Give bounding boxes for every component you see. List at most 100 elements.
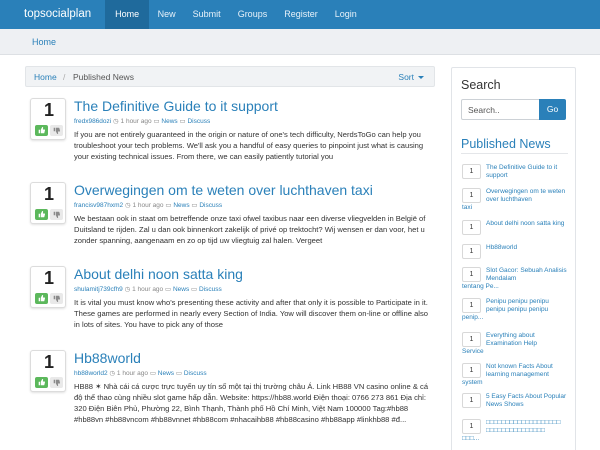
sidebar-news-link-overflow[interactable]: system bbox=[462, 379, 483, 387]
sidebar-news-link[interactable]: Not known Facts About learning managemen… bbox=[486, 363, 568, 379]
thumbs-up-icon bbox=[38, 295, 45, 302]
post-category[interactable]: News bbox=[173, 286, 189, 293]
upvote-button[interactable] bbox=[35, 377, 48, 388]
folder-icon: ▭ bbox=[153, 118, 160, 125]
caret-down-icon bbox=[418, 76, 424, 80]
sort-label: Sort bbox=[398, 72, 414, 82]
folder-icon: ▭ bbox=[164, 286, 172, 293]
post-author[interactable]: hb88world2 bbox=[74, 370, 108, 377]
sidebar-vote-count: 1 bbox=[462, 419, 481, 434]
sidebar-news-link-overflow[interactable]: Service bbox=[462, 348, 484, 356]
sidebar-news-link-overflow[interactable]: tentang Pe... bbox=[462, 283, 499, 291]
sidebar-news-link[interactable]: Slot Gacor: Sebuah Analisis Mendalam bbox=[486, 267, 568, 283]
divider bbox=[461, 153, 568, 154]
sidebar-vote-count: 1 bbox=[462, 267, 481, 282]
nav-login[interactable]: Login bbox=[326, 0, 365, 29]
downvote-button[interactable] bbox=[50, 293, 63, 304]
downvote-button[interactable] bbox=[50, 209, 63, 220]
sidebar-news-link[interactable]: Penipu penipu penipu penipu penipu penip… bbox=[486, 298, 568, 314]
comment-icon: ▭ bbox=[179, 118, 186, 125]
sidebar-news-link-overflow[interactable]: taxi bbox=[462, 204, 472, 212]
post-time: 1 hour ago bbox=[120, 118, 152, 125]
breadcrumb-current: Published News bbox=[73, 72, 134, 82]
comment-icon: ▭ bbox=[191, 286, 198, 293]
post-author[interactable]: fredx986dozi bbox=[74, 118, 111, 125]
sidebar-vote-count: 1 bbox=[462, 188, 481, 203]
post-author[interactable]: francisv987hxm2 bbox=[74, 202, 123, 209]
post-category[interactable]: News bbox=[161, 118, 177, 125]
downvote-button[interactable] bbox=[50, 125, 63, 136]
post-title[interactable]: Overwegingen om te weten over luchthaven… bbox=[74, 182, 373, 198]
sidebar-news-link-overflow[interactable]: □□□... bbox=[462, 435, 479, 443]
sidebar-news-link[interactable]: About delhi noon satta king bbox=[486, 220, 568, 228]
thumbs-down-icon bbox=[53, 127, 60, 134]
search-go-button[interactable]: Go bbox=[539, 99, 566, 120]
upvote-button[interactable] bbox=[35, 209, 48, 220]
vote-count: 1 bbox=[43, 100, 54, 120]
sidebar-vote-count: 1 bbox=[462, 332, 481, 347]
sidebar-vote-count: 1 bbox=[462, 220, 481, 235]
search-heading: Search bbox=[461, 78, 501, 92]
thumbs-up-icon bbox=[38, 379, 45, 386]
post-author[interactable]: shulamitj739cfh9 bbox=[74, 286, 123, 293]
vote-count: 1 bbox=[43, 184, 54, 204]
sidebar-news-link[interactable]: Hb88world bbox=[486, 244, 568, 252]
clock-icon: ◷ bbox=[124, 286, 131, 293]
post-time: 1 hour ago bbox=[132, 286, 164, 293]
post-category[interactable]: News bbox=[158, 370, 174, 377]
upvote-button[interactable] bbox=[35, 293, 48, 304]
nav-new[interactable]: New bbox=[149, 0, 184, 29]
nav-submit[interactable]: Submit bbox=[184, 0, 229, 29]
post-meta: shulamitj739cfh9 ◷ 1 hour ago ▭ News ▭ D… bbox=[74, 285, 222, 293]
vote-box: 1 bbox=[30, 266, 66, 308]
search-input[interactable]: Search.. bbox=[461, 99, 540, 120]
sidebar-news-link[interactable]: Everything about Examination Help bbox=[486, 332, 568, 348]
post-excerpt: HB88 ✶ Nhà cái cá cược trực tuyến uy tín… bbox=[74, 382, 429, 424]
post-discuss-link[interactable]: Discuss bbox=[187, 118, 210, 125]
post-category[interactable]: News bbox=[173, 202, 189, 209]
nav-register[interactable]: Register bbox=[276, 0, 327, 29]
vote-box: 1 bbox=[30, 98, 66, 140]
upvote-button[interactable] bbox=[35, 125, 48, 136]
thumbs-down-icon bbox=[53, 295, 60, 302]
vote-count: 1 bbox=[43, 268, 54, 288]
sidebar-news-link-overflow[interactable]: penip... bbox=[462, 314, 483, 322]
post-discuss-link[interactable]: Discuss bbox=[184, 370, 207, 377]
post-discuss-link[interactable]: Discuss bbox=[199, 286, 222, 293]
breadcrumb-separator: / bbox=[63, 72, 66, 82]
post-meta: francisv987hxm2 ◷ 1 hour ago ▭ News ▭ Di… bbox=[74, 201, 222, 209]
vote-box: 1 bbox=[30, 350, 66, 392]
post-meta: hb88world2 ◷ 1 hour ago ▭ News ▭ Discuss bbox=[74, 369, 207, 377]
post-title[interactable]: The Definitive Guide to it support bbox=[74, 98, 278, 114]
post-title[interactable]: Hb88world bbox=[74, 350, 141, 366]
post-title[interactable]: About delhi noon satta king bbox=[74, 266, 243, 282]
sort-dropdown[interactable]: Sort bbox=[398, 72, 424, 82]
main-panel-header: Home / Published News Sort bbox=[25, 66, 435, 87]
comment-icon: ▭ bbox=[191, 202, 198, 209]
sidebar-vote-count: 1 bbox=[462, 244, 481, 259]
nav-home[interactable]: Home bbox=[105, 0, 150, 29]
clock-icon: ◷ bbox=[109, 370, 116, 377]
thumbs-down-icon bbox=[53, 211, 60, 218]
clock-icon: ◷ bbox=[124, 202, 131, 209]
sidebar-news-link[interactable]: The Definitive Guide to it support bbox=[486, 164, 568, 180]
sidebar: Search Search.. Go Published News 1 The … bbox=[451, 67, 576, 450]
nav-groups[interactable]: Groups bbox=[229, 0, 276, 29]
sidebar-news-link[interactable]: Overwegingen om te weten over luchthaven bbox=[486, 188, 568, 204]
breadcrumb-strip: Home bbox=[0, 29, 600, 55]
sidebar-vote-count: 1 bbox=[462, 164, 481, 179]
comment-icon: ▭ bbox=[175, 370, 183, 377]
sidebar-news-link[interactable]: □□□□□□□□□□□□□□□□□□□ □□□□□□□□□□□□□□□ bbox=[486, 419, 568, 435]
breadcrumb-home[interactable]: Home bbox=[34, 72, 57, 82]
breadcrumb-home-link[interactable]: Home bbox=[32, 37, 56, 47]
thumbs-down-icon bbox=[53, 379, 60, 386]
sidebar-news-link[interactable]: 5 Easy Facts About Popular News Shows bbox=[486, 393, 568, 409]
thumbs-up-icon bbox=[38, 127, 45, 134]
sidebar-vote-count: 1 bbox=[462, 298, 481, 313]
published-news-heading: Published News bbox=[461, 137, 551, 151]
sidebar-vote-count: 1 bbox=[462, 363, 481, 378]
site-brand[interactable]: topsocialplan bbox=[0, 0, 105, 29]
post-discuss-link[interactable]: Discuss bbox=[199, 202, 222, 209]
downvote-button[interactable] bbox=[50, 377, 63, 388]
post-excerpt: We bestaan ook in staat om betreffende o… bbox=[74, 214, 426, 245]
